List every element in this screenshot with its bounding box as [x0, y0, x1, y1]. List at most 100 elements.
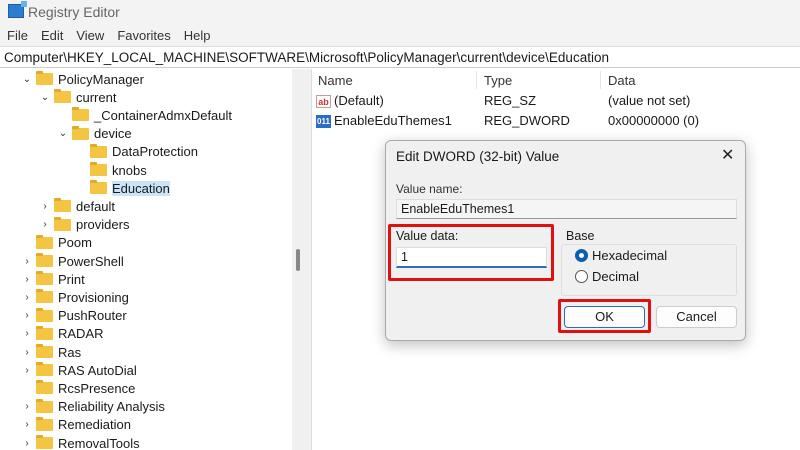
- menu-help[interactable]: Help: [177, 24, 217, 46]
- tree-item[interactable]: knobs: [76, 161, 147, 179]
- tree-item[interactable]: Education: [76, 179, 170, 197]
- tree-item[interactable]: RcsPresence: [22, 379, 135, 397]
- folder-icon: [36, 362, 53, 377]
- tree-item[interactable]: › RAS AutoDial: [22, 361, 137, 379]
- folder-icon: [36, 435, 53, 449]
- tree-item[interactable]: › Ras: [22, 343, 81, 361]
- tree-item[interactable]: ⌄ current: [40, 88, 116, 106]
- dialog-title: Edit DWORD (32-bit) Value: [396, 149, 560, 164]
- tree-item-label: providers: [76, 217, 130, 233]
- chevron-right-icon[interactable]: ›: [22, 310, 32, 321]
- tree-item[interactable]: › PushRouter: [22, 307, 127, 325]
- value-type: REG_DWORD: [484, 113, 570, 128]
- tree-item-label: PowerShell: [58, 253, 124, 269]
- edit-dword-dialog: Edit DWORD (32-bit) Value ✕ Value name: …: [385, 140, 746, 341]
- tree-item-label: default: [76, 198, 116, 214]
- chevron-down-icon[interactable]: ⌄: [22, 74, 32, 85]
- chevron-right-icon[interactable]: ›: [22, 419, 32, 430]
- folder-icon: [36, 380, 53, 395]
- value-name-field: EnableEduThemes1: [396, 199, 737, 219]
- folder-icon: [36, 416, 53, 431]
- folder-icon: [36, 307, 53, 322]
- column-header-name[interactable]: Name: [318, 73, 353, 88]
- tree-item[interactable]: › default: [40, 197, 115, 215]
- column-divider[interactable]: [600, 71, 601, 89]
- chevron-down-icon[interactable]: ⌄: [58, 128, 68, 139]
- address-bar[interactable]: Computer\HKEY_LOCAL_MACHINE\SOFTWARE\Mic…: [0, 46, 800, 68]
- tree-item[interactable]: › Reliability Analysis: [22, 398, 165, 416]
- tree-item[interactable]: › RADAR: [22, 325, 104, 343]
- folder-icon: [72, 125, 89, 140]
- menu-favorites[interactable]: Favorites: [110, 24, 176, 46]
- menu-view[interactable]: View: [69, 24, 110, 46]
- tree-item-label: current: [76, 89, 117, 105]
- chevron-right-icon[interactable]: ›: [40, 201, 50, 212]
- value-data-input[interactable]: 1: [396, 247, 547, 268]
- close-icon[interactable]: ✕: [721, 145, 734, 165]
- registry-tree: ⌄ PolicyManager ⌄ current _ContainerAdmxDefa…: [0, 69, 292, 450]
- tree-item[interactable]: › Print: [22, 270, 85, 288]
- folder-icon: [90, 180, 107, 195]
- tree-item-label: RAS AutoDial: [58, 362, 137, 378]
- radio-selected-icon: [575, 249, 588, 262]
- tree-item[interactable]: › PowerShell: [22, 252, 124, 270]
- chevron-down-icon[interactable]: ⌄: [40, 92, 50, 103]
- folder-icon: [36, 325, 53, 340]
- column-header-data[interactable]: Data: [608, 73, 635, 88]
- tree-item[interactable]: › Provisioning: [22, 288, 129, 306]
- title-bar: Registry Editor: [0, 0, 800, 24]
- column-divider[interactable]: [476, 71, 477, 89]
- folder-icon: [36, 271, 53, 286]
- list-row[interactable]: ab (Default) REG_SZ (value not set): [316, 93, 796, 112]
- tree-item[interactable]: _ContainerAdmxDefault: [58, 106, 232, 124]
- chevron-right-icon[interactable]: ›: [22, 256, 32, 267]
- binary-value-icon: 011: [316, 115, 331, 129]
- chevron-right-icon[interactable]: ›: [22, 365, 32, 376]
- tree-item[interactable]: › providers: [40, 216, 129, 234]
- chevron-right-icon[interactable]: ›: [22, 292, 32, 303]
- chevron-right-icon[interactable]: ›: [22, 328, 32, 339]
- chevron-right-icon[interactable]: ›: [22, 401, 32, 412]
- tree-item[interactable]: › Remediation: [22, 416, 131, 434]
- tree-item-label: RADAR: [58, 326, 104, 342]
- tree-item-label: Reliability Analysis: [58, 399, 165, 415]
- ok-button[interactable]: OK: [564, 306, 645, 328]
- tree-item[interactable]: › RemovalTools: [22, 434, 140, 450]
- tree-item[interactable]: ⌄ PolicyManager: [22, 70, 144, 88]
- folder-icon: [90, 143, 107, 158]
- value-data: 0x00000000 (0): [608, 113, 700, 128]
- string-value-icon: ab: [316, 95, 331, 109]
- tree-item-label: Ras: [58, 344, 82, 360]
- folder-icon: [36, 253, 53, 267]
- chevron-right-icon[interactable]: ›: [40, 219, 50, 230]
- tree-item[interactable]: DataProtection: [76, 143, 198, 161]
- base-label: Base: [566, 229, 595, 243]
- folder-icon: [90, 162, 107, 176]
- tree-scrollbar[interactable]: [292, 69, 312, 450]
- tree-item-label: device: [94, 126, 132, 142]
- tree-item[interactable]: Poom: [22, 234, 92, 252]
- menu-edit[interactable]: Edit: [34, 24, 69, 46]
- folder-icon: [36, 289, 53, 304]
- chevron-right-icon[interactable]: ›: [22, 274, 32, 285]
- chevron-right-icon[interactable]: ›: [22, 438, 32, 449]
- folder-icon: [36, 398, 53, 413]
- value-data-label: Value data:: [396, 229, 459, 243]
- list-row[interactable]: 011 EnableEduThemes1 REG_DWORD 0x00000000…: [316, 113, 796, 132]
- tree-item[interactable]: ⌄ device: [58, 125, 132, 143]
- chevron-right-icon[interactable]: ›: [22, 347, 32, 358]
- column-header-type[interactable]: Type: [484, 73, 512, 88]
- menu-file[interactable]: File: [0, 24, 34, 46]
- folder-icon: [36, 344, 53, 358]
- folder-icon: [36, 71, 53, 85]
- folder-icon: [36, 234, 53, 249]
- tree-item-label: Education: [112, 180, 170, 196]
- tree-item-label: Print: [58, 271, 85, 287]
- folder-icon: [54, 198, 71, 213]
- radio-decimal[interactable]: Decimal: [575, 269, 639, 284]
- cancel-button[interactable]: Cancel: [656, 306, 737, 328]
- scrollbar-thumb[interactable]: [296, 249, 300, 271]
- radio-hexadecimal[interactable]: Hexadecimal: [575, 248, 667, 263]
- tree-item-label: _ContainerAdmxDefault: [94, 107, 233, 123]
- menu-bar: File Edit View Favorites Help: [0, 24, 800, 46]
